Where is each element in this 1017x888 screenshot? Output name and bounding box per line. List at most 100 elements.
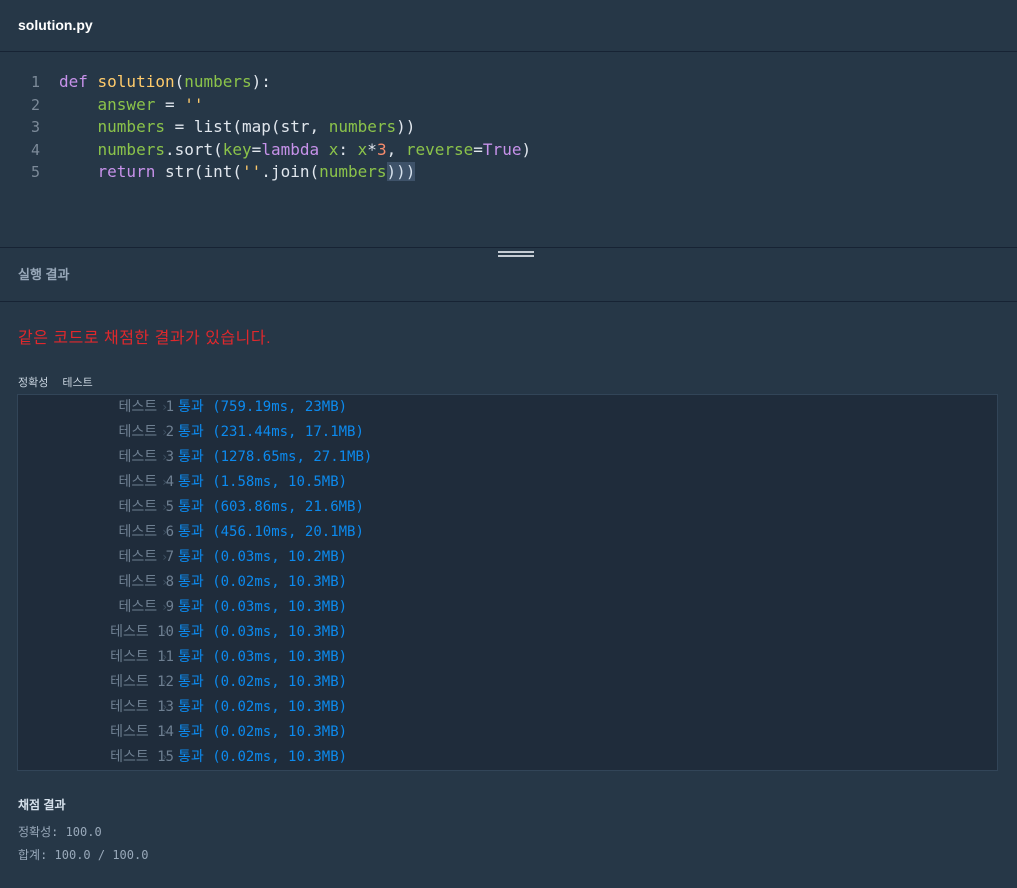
code-token: x <box>357 139 368 159</box>
chevron-right-icon: › <box>161 475 169 489</box>
file-tab-title[interactable]: solution.py <box>18 17 93 33</box>
test-result: 통과 (0.02ms, 10.3MB) <box>178 749 348 765</box>
test-result: 통과 (0.03ms, 10.3MB) <box>178 624 348 640</box>
code-token: numbers <box>97 139 165 159</box>
code-token: answer <box>97 94 156 114</box>
code-token: '' <box>184 94 204 114</box>
line-number: 3 <box>30 118 40 136</box>
code-token: numbers <box>184 72 252 91</box>
accuracy-label: 정확성 <box>18 377 49 389</box>
chevron-right-icon: › <box>161 725 169 739</box>
code-token: )) <box>396 117 416 136</box>
grading-notice: 같은 코드로 채점한 결과가 있습니다. <box>18 330 272 347</box>
code-token: ( <box>174 72 185 91</box>
test-result: 통과 (0.03ms, 10.3MB) <box>178 599 348 615</box>
test-result: 통과 (0.03ms, 10.2MB) <box>178 549 348 565</box>
test-result: 통과 (456.10ms, 20.1MB) <box>178 524 364 540</box>
line-number: 4 <box>30 140 40 159</box>
test-result: 통과 (759.19ms, 23MB) <box>178 399 348 415</box>
chevron-right-icon: › <box>161 525 169 539</box>
test-result: 통과 (1278.65ms, 27.1MB) <box>178 449 373 465</box>
test-row: 테스트 15 › 통과 (0.02ms, 10.3MB) <box>18 745 997 770</box>
line-number: 2 <box>30 95 40 114</box>
test-row: 테스트 9 › 통과 (0.03ms, 10.3MB) <box>18 595 997 620</box>
code-token: True <box>482 139 522 159</box>
test-row: 테스트 12 › 통과 (0.02ms, 10.3MB) <box>18 670 997 695</box>
code-token: key <box>222 139 252 159</box>
code-text: return str(int(''.join(numbers))) <box>59 161 416 183</box>
code-token: * <box>367 139 377 159</box>
code-token: = <box>155 94 185 114</box>
code-editor[interactable]: 1 def solution(numbers): 2 answer = '' 3 nu… <box>0 53 1017 247</box>
code-token: , <box>386 139 406 159</box>
code-token: return <box>97 162 156 181</box>
test-row: 테스트 4 › 통과 (1.58ms, 10.5MB) <box>18 470 997 495</box>
chevron-right-icon: › <box>161 575 169 589</box>
code-token: lambda <box>261 139 320 159</box>
test-result: 통과 (0.03ms, 10.3MB) <box>178 649 348 665</box>
test-result: 통과 (231.44ms, 17.1MB) <box>178 424 364 440</box>
test-row: 테스트 3 › 통과 (1278.65ms, 27.1MB) <box>18 445 997 470</box>
chevron-right-icon: › <box>161 400 169 414</box>
code-token: .sort( <box>164 139 223 159</box>
test-label: 테스트 <box>62 377 93 389</box>
code-token: def <box>59 72 98 91</box>
test-row: 테스트 5 › 통과 (603.86ms, 21.6MB) <box>18 495 997 520</box>
chevron-right-icon: › <box>161 650 169 664</box>
line-number: 1 <box>30 73 40 91</box>
code-token: solution <box>97 72 175 91</box>
test-row: 테스트 13 › 통과 (0.02ms, 10.3MB) <box>18 695 997 720</box>
code-token: x <box>328 139 339 159</box>
resize-handle[interactable] <box>498 251 534 259</box>
chevron-right-icon: › <box>161 500 169 514</box>
test-row: 테스트 2 › 통과 (231.44ms, 17.1MB) <box>18 420 997 445</box>
code-token: '' <box>242 162 262 181</box>
chevron-right-icon: › <box>161 600 169 614</box>
code-token: reverse <box>405 139 474 159</box>
code-token: 3 <box>376 139 387 159</box>
test-row: 테스트 6 › 통과 (456.10ms, 20.1MB) <box>18 520 997 545</box>
chevron-right-icon: › <box>161 625 169 639</box>
test-result: 통과 (0.02ms, 10.3MB) <box>178 674 348 690</box>
chevron-right-icon: › <box>161 550 169 564</box>
test-section-label: 정확성 테스트 <box>18 374 107 390</box>
code-token: = <box>473 139 483 159</box>
code-token: str(int( <box>155 162 243 181</box>
test-row: 테스트 11 › 통과 (0.03ms, 10.3MB) <box>18 645 997 670</box>
test-results-box: 테스트 1 › 통과 (759.19ms, 23MB) 테스트 2 › 통과 (231.4… <box>17 394 998 771</box>
editor-tab-bar: solution.py <box>0 0 1017 52</box>
chevron-right-icon: › <box>161 700 169 714</box>
test-result: 통과 (0.02ms, 10.3MB) <box>178 724 348 740</box>
code-token: ) <box>521 139 532 159</box>
code-token: ): <box>251 72 271 91</box>
code-token: numbers <box>328 117 397 136</box>
grade-result-title: 채점 결과 <box>18 798 66 812</box>
panel-divider <box>0 247 1017 248</box>
code-token: = <box>251 139 262 159</box>
test-row: 테스트 1 › 통과 (759.19ms, 23MB) <box>18 395 997 420</box>
code-text: def solution(numbers): <box>59 71 271 93</box>
test-result: 통과 (1.58ms, 10.5MB) <box>178 474 348 490</box>
grade-total: 합계: 100.0 / 100.0 <box>18 848 149 862</box>
run-result-header: 실행 결과 <box>18 267 70 282</box>
code-text: answer = '' <box>59 94 204 116</box>
chevron-right-icon: › <box>161 675 169 689</box>
grade-accuracy: 정확성: 100.0 <box>18 825 102 839</box>
line-number: 5 <box>30 163 40 181</box>
code-token: : <box>338 139 358 159</box>
code-token: numbers <box>97 117 165 136</box>
test-row: 테스트 8 › 통과 (0.02ms, 10.3MB) <box>18 570 997 595</box>
test-result: 통과 (603.86ms, 21.6MB) <box>178 499 364 515</box>
test-result: 통과 (0.02ms, 10.3MB) <box>178 574 348 590</box>
test-row: 테스트 14 › 통과 (0.02ms, 10.3MB) <box>18 720 997 745</box>
chevron-right-icon: › <box>161 450 169 464</box>
code-text: numbers.sort(key=lambda x: x*3, reverse=… <box>59 139 532 161</box>
test-row: 테스트 7 › 통과 (0.03ms, 10.2MB) <box>18 545 997 570</box>
chevron-right-icon: › <box>161 425 169 439</box>
code-token: = list(map(str, <box>164 117 329 136</box>
